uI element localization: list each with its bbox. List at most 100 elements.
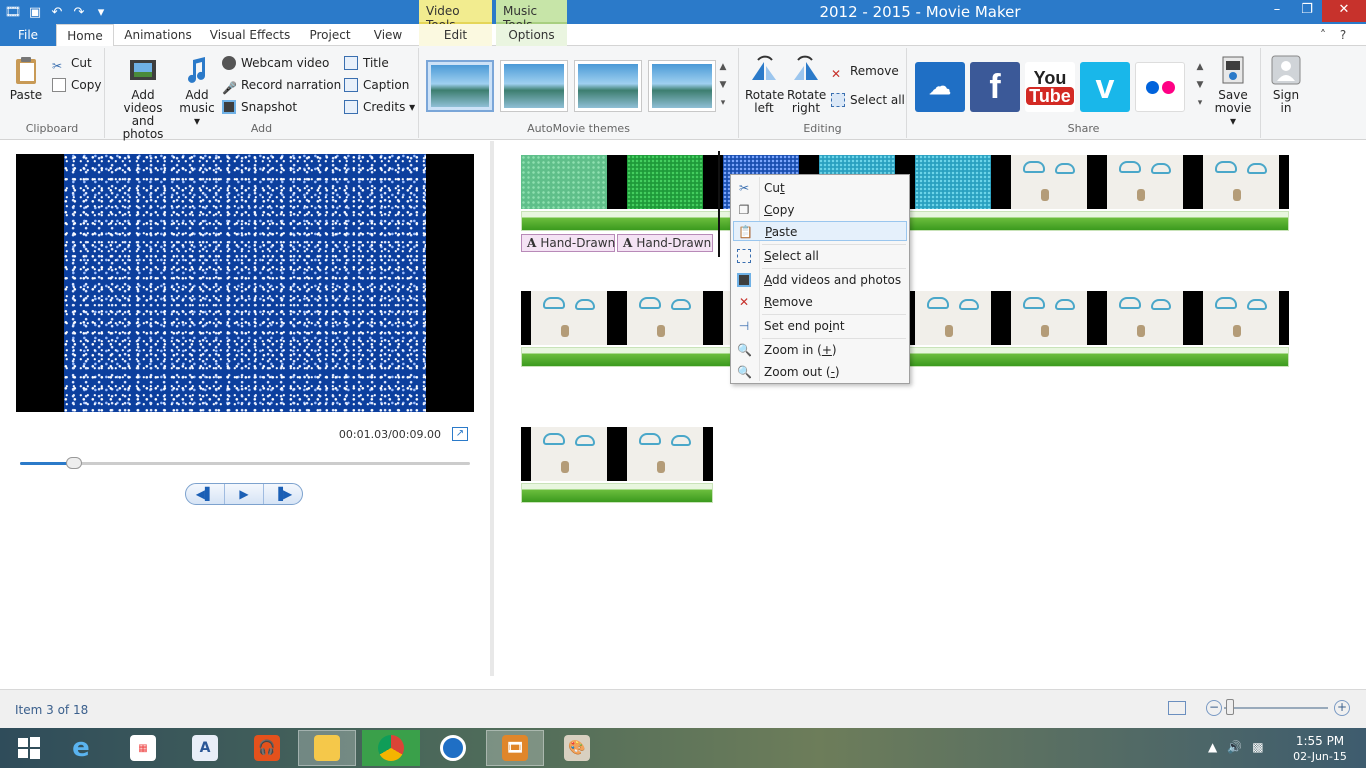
tab-options[interactable]: Options <box>496 24 567 46</box>
record-narration-button[interactable]: 🎤 Record narration ▾ <box>222 75 351 95</box>
chevron-down-icon[interactable]: ▼ <box>1195 76 1205 94</box>
taskbar-music[interactable] <box>424 730 482 766</box>
rotate-left-button[interactable]: Rotate left <box>745 54 784 115</box>
share-gallery-scroll[interactable]: ▲ ▼ ▾ <box>1195 58 1205 114</box>
add-music-button[interactable]: Add music ▾ <box>177 54 217 128</box>
chevron-down-icon[interactable]: ▼ <box>718 76 728 94</box>
next-frame-icon[interactable]: ▐▶ <box>263 484 302 504</box>
caption-button[interactable]: Caption <box>344 75 409 95</box>
facebook-icon[interactable]: f <box>970 62 1020 112</box>
movie-maker-app-icon[interactable]: 🎞 <box>4 5 22 20</box>
clip-thumbnail[interactable] <box>617 291 713 345</box>
taskbar-paint[interactable]: 🎨 <box>548 730 606 766</box>
clip-thumbnail[interactable] <box>1193 291 1289 345</box>
undo-icon[interactable]: ↶ <box>48 5 66 20</box>
vimeo-icon[interactable]: v <box>1080 62 1130 112</box>
tab-file[interactable]: File <box>0 24 56 46</box>
playhead-marker[interactable] <box>718 151 720 257</box>
clip-thumbnail[interactable] <box>521 427 617 481</box>
webcam-video-button[interactable]: Webcam video <box>222 53 329 73</box>
chevron-up-icon[interactable]: ▲ <box>1195 58 1205 76</box>
chevron-up-icon[interactable]: ▲ <box>718 58 728 76</box>
menu-item-select-all[interactable]: Select all <box>733 246 907 266</box>
menu-item-remove[interactable]: ✕ Remove <box>733 292 907 312</box>
save-icon[interactable]: ▣ <box>26 5 44 20</box>
zoom-out-button[interactable]: − <box>1206 700 1222 716</box>
clip-thumbnail[interactable] <box>905 155 1001 209</box>
automovie-theme-contemporary[interactable] <box>500 60 568 112</box>
play-icon[interactable]: ▶ <box>224 484 263 504</box>
automovie-theme-default[interactable] <box>426 60 494 112</box>
copy-button[interactable]: Copy <box>52 75 101 95</box>
paste-button[interactable]: Paste <box>6 54 46 102</box>
taskbar-word[interactable]: A <box>176 730 234 766</box>
fullscreen-preview-icon[interactable]: ↗ <box>452 427 468 441</box>
clip-thumbnail[interactable] <box>905 291 1001 345</box>
credits-button[interactable]: Credits ▾ <box>344 97 415 117</box>
zoom-slider-thumb[interactable] <box>1226 699 1234 715</box>
taskbar-internet-explorer[interactable]: e <box>52 730 110 766</box>
menu-item-set-end-point[interactable]: ⊣ Set end point <box>733 316 907 336</box>
clip-thumbnail[interactable] <box>617 427 713 481</box>
menu-item-paste[interactable]: 📋 Paste <box>733 221 907 241</box>
taskbar-clock[interactable]: 1:55 PM 02-Jun-15 <box>1282 733 1358 765</box>
caption-item[interactable]: A Hand-Drawn <box>617 234 713 252</box>
tab-view[interactable]: View <box>364 24 412 46</box>
select-all-button[interactable]: Select all <box>831 90 905 110</box>
taskbar-headphones[interactable]: 🎧 <box>238 730 296 766</box>
seek-bar-thumb[interactable] <box>66 457 82 469</box>
menu-item-zoom-in[interactable]: 🔍 Zoom in (+) <box>733 340 907 360</box>
clip-thumbnail[interactable] <box>521 155 617 209</box>
save-movie-button[interactable]: Save movie ▾ <box>1211 54 1255 128</box>
menu-item-zoom-out[interactable]: 🔍 Zoom out (-) <box>733 362 907 382</box>
network-icon[interactable]: ▩ <box>1252 740 1273 754</box>
zoom-slider-track[interactable] <box>1224 707 1328 709</box>
clip-thumbnail[interactable] <box>1097 291 1193 345</box>
flickr-icon[interactable] <box>1135 62 1185 112</box>
minimize-button[interactable]: – <box>1262 0 1292 22</box>
menu-item-add-videos-photos[interactable]: Add videos and photos <box>733 270 907 290</box>
start-button[interactable] <box>0 730 58 766</box>
themes-gallery-scroll[interactable]: ▲ ▼ ▾ <box>718 58 728 114</box>
gallery-more-icon[interactable]: ▾ <box>718 94 728 112</box>
clip-thumbnail[interactable] <box>1001 155 1097 209</box>
clip-thumbnail[interactable] <box>617 155 713 209</box>
help-icon[interactable]: ? <box>1340 28 1346 42</box>
customize-qat-icon[interactable]: ▾ <box>92 5 110 20</box>
previous-frame-icon[interactable]: ◀▌ <box>186 484 224 504</box>
tab-visual-effects[interactable]: Visual Effects <box>204 24 296 46</box>
clip-thumbnail[interactable] <box>1001 291 1097 345</box>
automovie-theme-cinematic[interactable] <box>574 60 642 112</box>
remove-button[interactable]: ✕ Remove <box>831 61 899 81</box>
redo-icon[interactable]: ↷ <box>70 5 88 20</box>
clip-thumbnail[interactable] <box>1193 155 1289 209</box>
music-track[interactable] <box>521 483 713 503</box>
clip-thumbnail[interactable] <box>521 291 617 345</box>
zoom-in-button[interactable]: + <box>1334 700 1350 716</box>
volume-icon[interactable]: 🔊 <box>1227 740 1252 754</box>
title-button[interactable]: Title <box>344 53 389 73</box>
tab-home[interactable]: Home <box>56 24 114 47</box>
thumbnail-size-icon[interactable] <box>1168 701 1186 715</box>
taskbar-movie-maker[interactable]: 🎞 <box>486 730 544 766</box>
close-button[interactable]: ✕ <box>1322 0 1366 22</box>
automovie-theme-fade[interactable] <box>648 60 716 112</box>
maximize-button[interactable]: ❐ <box>1292 0 1322 22</box>
onedrive-icon[interactable]: ☁ <box>915 62 965 112</box>
tab-animations[interactable]: Animations <box>120 24 196 46</box>
tray-overflow-icon[interactable]: ▲ <box>1208 740 1227 754</box>
tab-project[interactable]: Project <box>304 24 356 46</box>
sign-in-button[interactable]: Sign in <box>1267 54 1305 115</box>
clip-thumbnail[interactable] <box>1097 155 1193 209</box>
taskbar-chrome[interactable] <box>362 730 420 766</box>
tab-edit[interactable]: Edit <box>419 24 492 46</box>
caption-item[interactable]: A Hand-Drawn <box>521 234 615 252</box>
snapshot-button[interactable]: Snapshot <box>222 97 297 117</box>
rotate-right-button[interactable]: Rotate right <box>787 54 826 115</box>
taskbar-file-explorer[interactable] <box>298 730 356 766</box>
seek-bar[interactable] <box>20 462 470 465</box>
cut-button[interactable]: ✂ Cut <box>52 53 92 73</box>
menu-item-cut[interactable]: ✂ Cut <box>733 178 907 198</box>
menu-item-copy[interactable]: ❐ Copy <box>733 200 907 220</box>
gallery-more-icon[interactable]: ▾ <box>1195 94 1205 112</box>
